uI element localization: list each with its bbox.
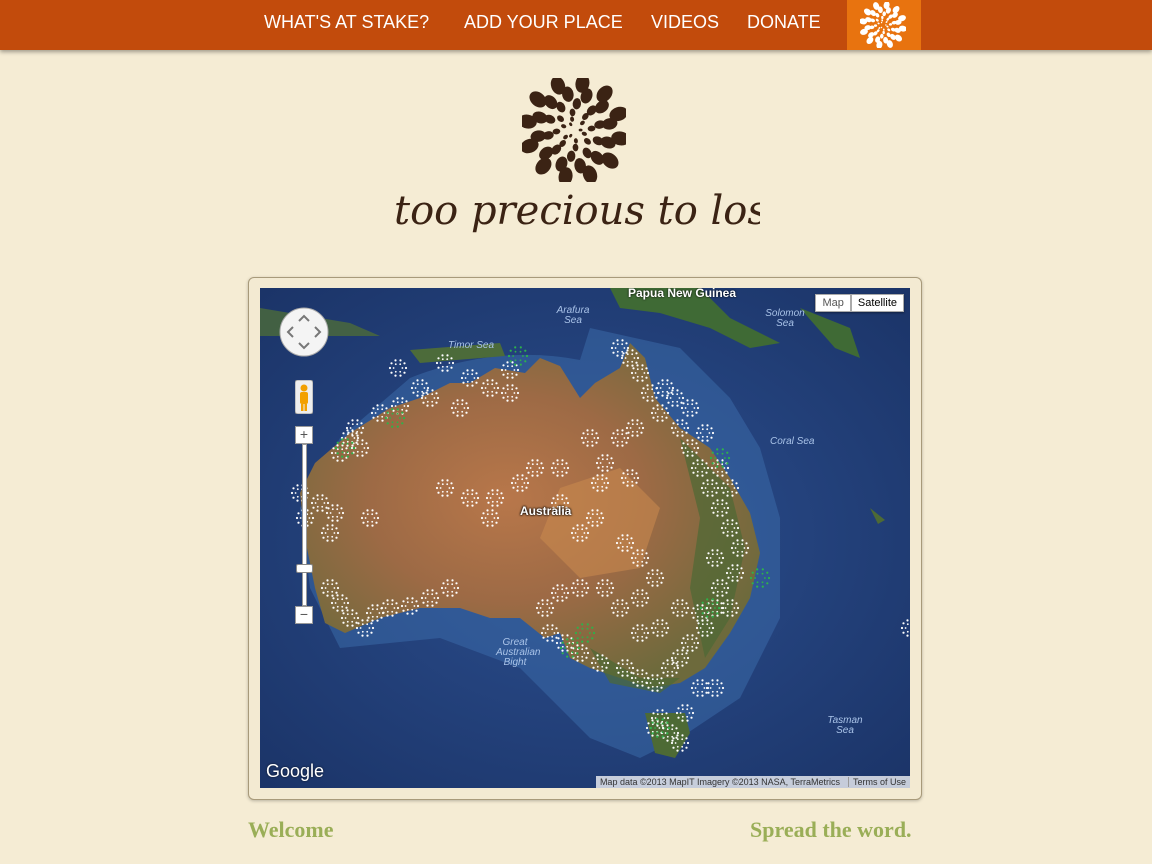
map-type-satellite-button[interactable]: Satellite xyxy=(850,294,904,312)
map-type-control: Map Satellite xyxy=(815,294,904,312)
zoom-in-button[interactable]: + xyxy=(295,426,313,444)
label-tasman-sea: Tasman Sea xyxy=(827,715,863,736)
nav-add-your-place[interactable]: ADD YOUR PLACE xyxy=(464,12,623,33)
google-logo: Google xyxy=(266,761,325,781)
zoom-slider-track[interactable] xyxy=(302,444,307,606)
label-solomon-sea: Solomon Sea xyxy=(765,308,805,329)
nav-home-button[interactable] xyxy=(847,0,921,50)
spiral-dots-icon xyxy=(860,2,906,48)
map-data-credit: Map data ©2013 MapIT Imagery ©2013 NASA,… xyxy=(599,777,840,787)
label-great-australian-bight: Great Australian Bight xyxy=(496,637,541,668)
street-view-pegman-icon[interactable] xyxy=(295,380,313,414)
label-png: Papua New Guinea xyxy=(628,288,737,300)
brand-wordmark: too precious to lose xyxy=(394,188,760,234)
label-coral-sea: Coral Sea xyxy=(770,436,815,447)
pan-control[interactable] xyxy=(279,307,329,357)
top-nav-bar: WHAT'S AT STAKE? ADD YOUR PLACE VIDEOS D… xyxy=(0,0,1152,50)
nav-donate[interactable]: DONATE xyxy=(747,12,821,33)
spiral-logo-icon xyxy=(522,78,626,182)
zoom-out-button[interactable]: − xyxy=(295,606,313,624)
map-attribution: Map data ©2013 MapIT Imagery ©2013 NASA,… xyxy=(595,776,910,788)
brand-tagline: too precious to lose xyxy=(394,188,760,234)
terms-of-use-link[interactable]: Terms of Use xyxy=(847,777,906,787)
nav-whats-at-stake[interactable]: WHAT'S AT STAKE? xyxy=(264,12,429,33)
welcome-heading: Welcome xyxy=(248,817,334,842)
label-australia: Australia xyxy=(520,504,572,518)
nav-videos[interactable]: VIDEOS xyxy=(651,12,719,33)
map-type-map-button[interactable]: Map xyxy=(815,294,851,312)
label-timor-sea: Timor Sea xyxy=(448,340,495,351)
places-map[interactable]: Papua New Guinea Arafura Sea Solomon Sea… xyxy=(260,288,910,788)
spread-the-word-heading[interactable]: Spread the word. xyxy=(750,817,912,843)
label-arafura-sea: Arafura Sea xyxy=(556,305,590,326)
map-satellite-tiles xyxy=(260,288,910,788)
zoom-slider-handle[interactable] xyxy=(296,564,313,573)
